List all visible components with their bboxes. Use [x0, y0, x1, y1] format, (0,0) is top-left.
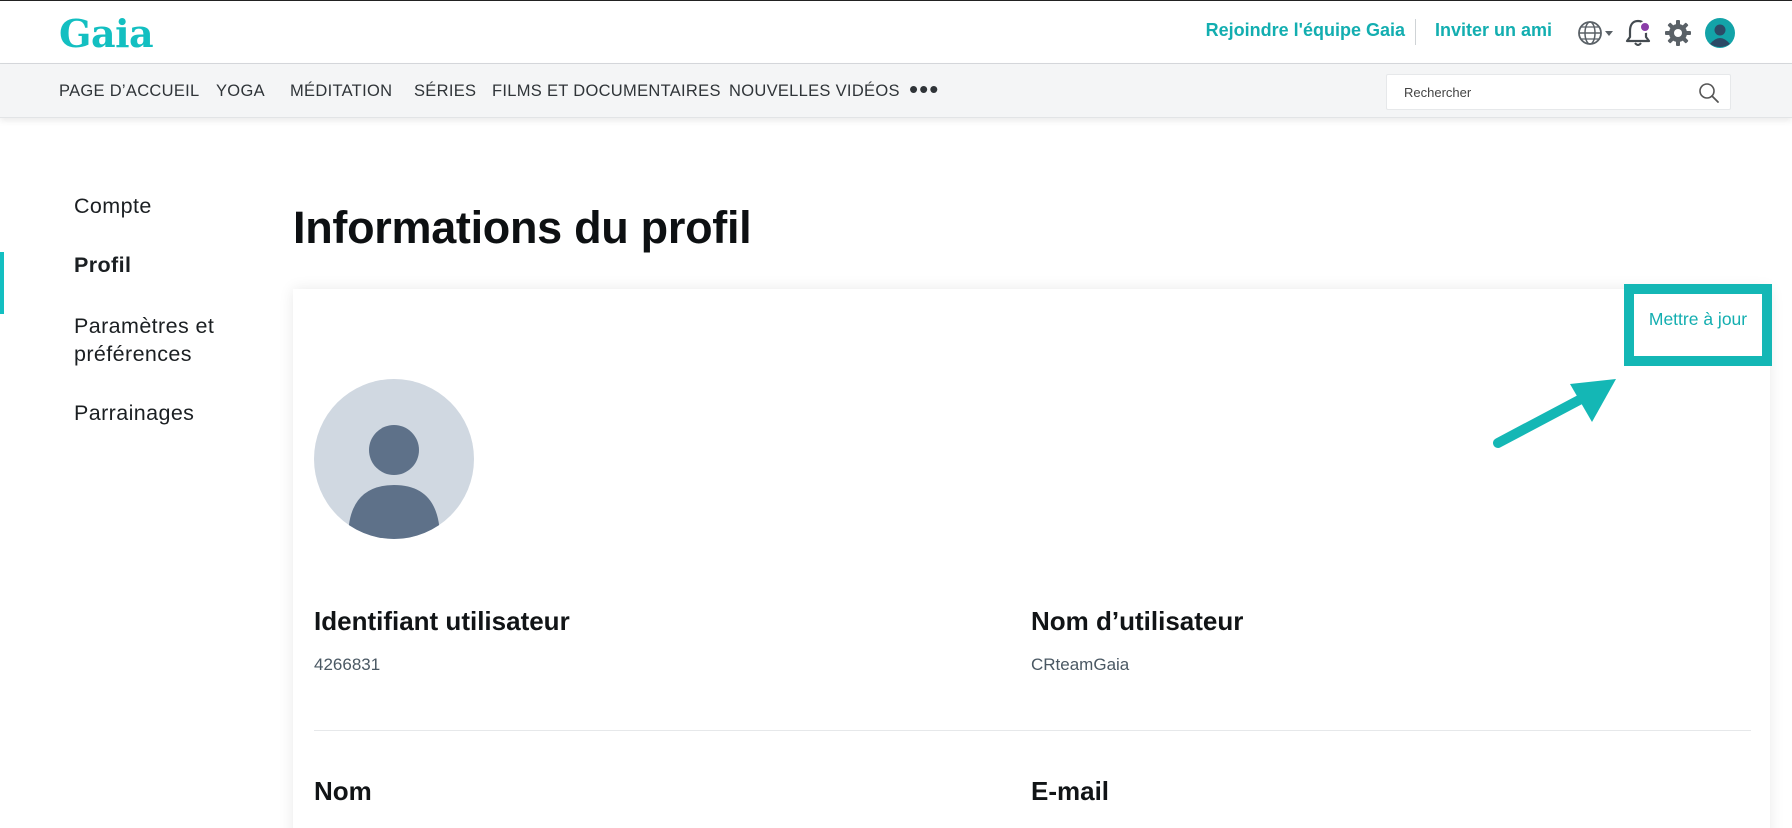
sidebar-item-settings[interactable]: Paramètres et préférences [74, 312, 214, 368]
gear-icon [1665, 20, 1691, 46]
gaia-logo[interactable]: Gaia [59, 11, 154, 56]
pointer-arrow-icon [1493, 379, 1616, 448]
search-box [1386, 74, 1731, 110]
active-indicator [0, 252, 4, 314]
search-icon[interactable] [1698, 82, 1720, 104]
join-team-link[interactable]: Rejoindre l'équipe Gaia [1206, 20, 1405, 41]
update-button-label: Mettre à jour [1648, 308, 1748, 329]
more-menu-button[interactable]: ••• [909, 74, 939, 105]
sidebar-item-settings-line1: Paramètres et [74, 314, 215, 338]
user-avatar-icon [1705, 18, 1735, 48]
nav-item-series[interactable]: SÉRIES [414, 82, 476, 101]
default-avatar-icon [348, 425, 440, 539]
nav-item-new-videos[interactable]: NOUVELLES VIDÉOS [729, 82, 900, 101]
update-button[interactable]: Mettre à jour [1624, 284, 1772, 366]
top-header: Gaia Rejoindre l'équipe Gaia Inviter un … [0, 0, 1792, 64]
profile-card [293, 289, 1770, 828]
search-input[interactable] [1387, 75, 1687, 109]
nav-item-home[interactable]: PAGE D’ACCUEIL [59, 82, 200, 101]
sidebar-item-settings-line2: préférences [74, 342, 192, 366]
sidebar-item-referrals[interactable]: Parrainages [74, 399, 194, 427]
notifications-button[interactable] [1620, 15, 1656, 51]
name-label: Nom [314, 776, 372, 806]
sidebar-item-profile[interactable]: Profil [74, 251, 131, 279]
nav-item-meditation[interactable]: MÉDITATION [290, 82, 392, 101]
globe-icon [1578, 21, 1613, 45]
field-divider [314, 730, 1751, 731]
invite-friend-link[interactable]: Inviter un ami [1435, 20, 1552, 41]
header-actions: Rejoindre l'équipe Gaia Inviter un ami [992, 1, 1792, 65]
user-menu-button[interactable] [1702, 15, 1738, 51]
user-id-label: Identifiant utilisateur [314, 606, 570, 636]
nav-item-yoga[interactable]: YOGA [216, 82, 265, 101]
language-selector[interactable] [1578, 15, 1614, 51]
header-divider [1415, 19, 1416, 45]
settings-button[interactable] [1660, 15, 1696, 51]
page-title: Informations du profil [293, 202, 752, 253]
profile-avatar[interactable] [314, 379, 474, 539]
email-label: E-mail [1031, 776, 1110, 806]
notification-dot [1639, 21, 1651, 33]
username-label: Nom d’utilisateur [1031, 606, 1244, 636]
user-id-value: 4266831 [314, 655, 381, 674]
nav-item-films[interactable]: FILMS ET DOCUMENTAIRES [492, 82, 721, 101]
sidebar-item-account[interactable]: Compte [74, 192, 152, 220]
username-value: CRteamGaia [1031, 655, 1130, 674]
main-navigation: PAGE D’ACCUEIL YOGA MÉDITATION SÉRIES FI… [0, 64, 1792, 118]
